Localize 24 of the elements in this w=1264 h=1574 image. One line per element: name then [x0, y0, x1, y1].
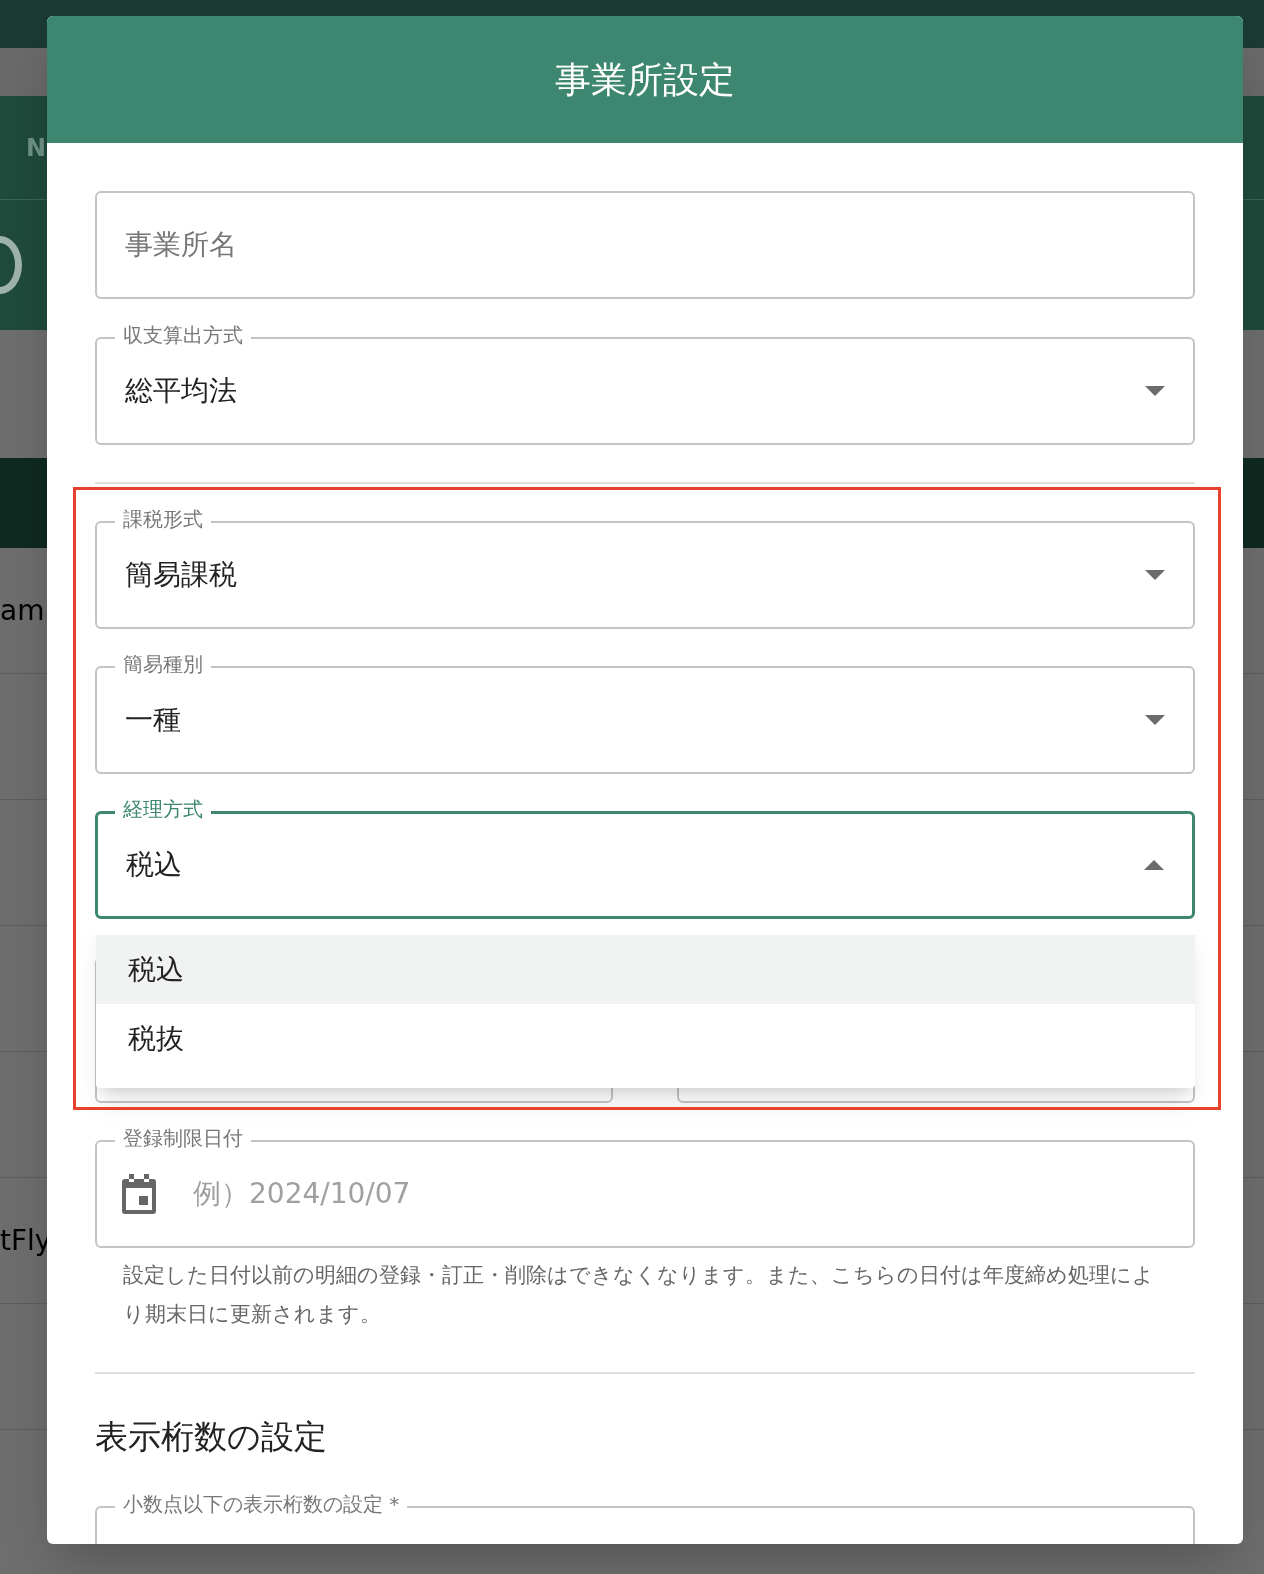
field-value: 税込	[126, 847, 183, 883]
menu-item[interactable]: 税抜	[96, 1004, 1195, 1073]
menu-item[interactable]: 税込	[96, 935, 1195, 1004]
field-label: 課税形式	[115, 506, 211, 532]
input-field[interactable]: 事業所名	[95, 191, 1195, 299]
calendar-icon	[121, 1174, 157, 1214]
dialog-title: 事業所設定	[555, 57, 735, 102]
text-input[interactable]: 事業所名	[125, 224, 1165, 266]
table-cell-text: tFly	[0, 1222, 52, 1259]
field-label: 経理方式	[115, 796, 211, 822]
caret-down-icon	[1145, 570, 1165, 580]
caret-down-icon	[1145, 715, 1165, 725]
column-header: N	[26, 132, 47, 164]
helper-text: 設定した日付以前の明細の登録・訂正・削除はできなくなります。また、こちらの日付は年度締め処理により期末日に更新されます。	[122, 1262, 1155, 1328]
section-title: 表示桁数の設定	[95, 1416, 328, 1458]
date-input[interactable]: 例）2024/10/07	[193, 1173, 1193, 1215]
caret-down-icon	[1145, 386, 1165, 396]
field-label: 収支算出方式	[115, 322, 251, 348]
field-value: 総平均法	[125, 373, 238, 409]
table-cell-text: am	[0, 592, 45, 629]
caret-up-icon	[1144, 860, 1164, 870]
field-value: 簡易課税	[125, 557, 238, 593]
field-value: 一種	[125, 702, 182, 738]
field-label: 登録制限日付	[115, 1125, 251, 1151]
